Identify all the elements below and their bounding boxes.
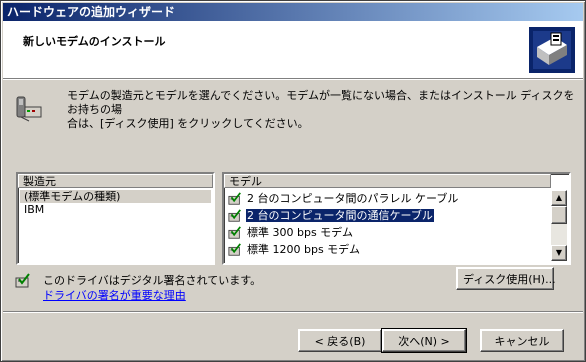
model-item-label: 2 台のコンピュータ間の通信ケーブル — [245, 208, 435, 223]
have-disk-button[interactable]: ディスク使用(H)... — [456, 267, 556, 290]
next-button[interactable]: 次へ(N) > — [381, 328, 467, 353]
scroll-up-button[interactable]: ▲ — [551, 190, 567, 206]
page-title: 新しいモデムのインストール — [23, 35, 166, 48]
signed-driver-icon — [228, 209, 241, 222]
model-column-header[interactable]: モデル — [224, 174, 551, 188]
wizard-window: ハードウェアの追加ウィザード 新しいモデムのインストール モデムの製造元とモデル… — [0, 0, 586, 362]
signature-status: このドライバはデジタル署名されています。 — [43, 274, 262, 287]
manufacturer-item[interactable]: IBM — [20, 203, 211, 216]
signed-driver-icon — [228, 192, 241, 205]
model-item[interactable]: 2 台のコンピュータ間のパラレル ケーブル — [226, 190, 549, 207]
signature-info-link[interactable]: ドライバの署名が重要な理由 — [43, 287, 186, 303]
model-item[interactable]: 標準 300 bps モデム — [226, 224, 549, 241]
header-divider — [3, 78, 583, 80]
model-item-label: 標準 1200 bps モデム — [247, 243, 360, 256]
window-title: ハードウェアの追加ウィザード — [3, 3, 583, 21]
manufacturer-item[interactable]: (標準モデムの種類) — [20, 190, 211, 203]
instruction-text: モデムの製造元とモデルを選んでください。モデムが一覧にない場合、またはインストー… — [67, 89, 575, 130]
back-button[interactable]: < 戻る(B) — [298, 329, 382, 352]
model-item-label: 2 台のコンピュータ間のパラレル ケーブル — [247, 192, 459, 205]
wizard-header: 新しいモデムのインストール — [3, 21, 583, 78]
signed-driver-icon — [228, 243, 241, 256]
scroll-down-button[interactable]: ▼ — [551, 245, 567, 261]
model-list[interactable]: モデル 2 台のコンピュータ間のパラレル ケーブル 2 台のコンピュータ間の通信ケ… — [222, 172, 571, 265]
model-items: 2 台のコンピュータ間のパラレル ケーブル 2 台のコンピュータ間の通信ケーブル標… — [226, 190, 549, 261]
signed-driver-icon — [15, 273, 30, 288]
cancel-button[interactable]: キャンセル — [480, 329, 564, 352]
signed-driver-icon — [228, 226, 241, 239]
model-item[interactable]: 標準 1200 bps モデム — [226, 241, 549, 258]
scroll-thumb[interactable] — [551, 206, 567, 224]
model-list-scrollbar[interactable]: ▲ ▼ — [551, 190, 567, 261]
modem-icon — [16, 96, 42, 122]
model-item[interactable]: 2 台のコンピュータ間の通信ケーブル — [226, 207, 549, 224]
model-item-label: 標準 300 bps モデム — [247, 226, 353, 239]
hardware-wizard-icon — [529, 27, 575, 73]
manufacturer-items: (標準モデムの種類) IBM — [20, 190, 211, 261]
manufacturer-list[interactable]: 製造元 (標準モデムの種類) IBM — [16, 172, 215, 265]
footer-divider — [3, 311, 583, 313]
manufacturer-column-header[interactable]: 製造元 — [18, 174, 213, 188]
